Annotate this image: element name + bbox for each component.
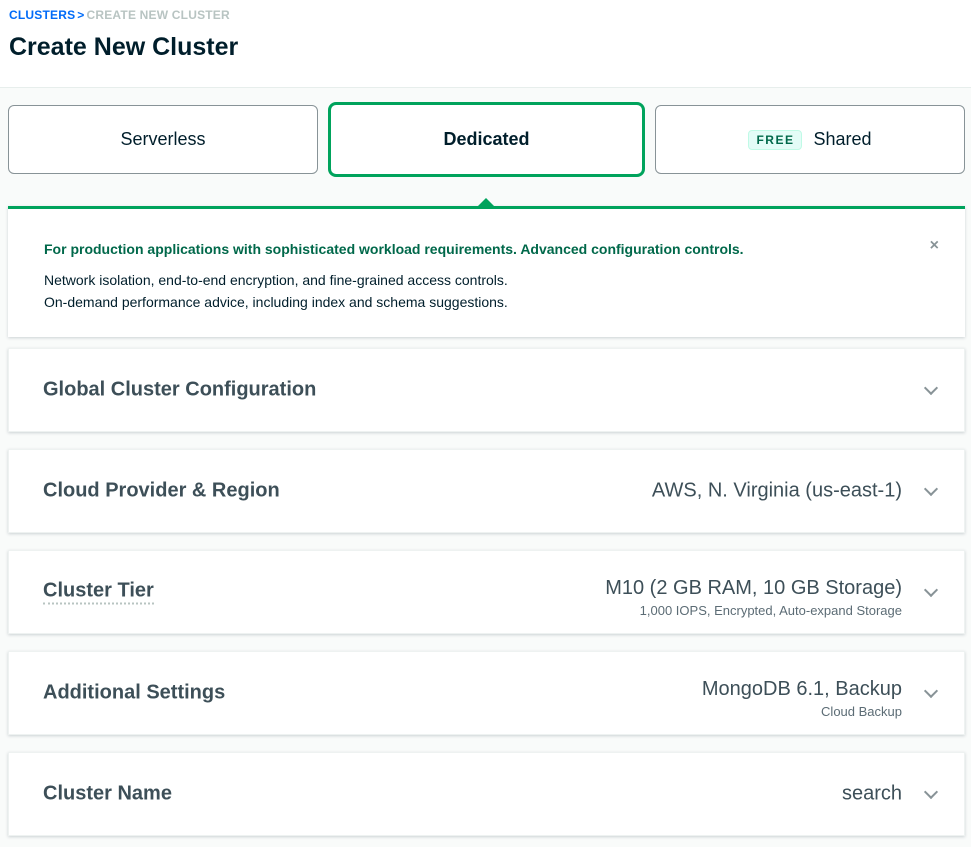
serverless-tab[interactable]: Serverless bbox=[8, 105, 318, 174]
chevron-down-icon bbox=[923, 380, 939, 396]
chevron-down-icon bbox=[923, 683, 939, 699]
close-icon[interactable]: × bbox=[930, 237, 939, 255]
additional-settings-section[interactable]: Additional Settings MongoDB 6.1, Backup … bbox=[8, 651, 965, 735]
breadcrumb-separator: > bbox=[77, 8, 85, 22]
cluster-name-section[interactable]: Cluster Name search bbox=[8, 752, 965, 836]
breadcrumb-current: CREATE NEW CLUSTER bbox=[86, 8, 230, 22]
breadcrumb-clusters-link[interactable]: CLUSTERS bbox=[9, 8, 75, 22]
section-title: Global Cluster Configuration bbox=[43, 378, 317, 401]
shared-tab-label: Shared bbox=[813, 129, 872, 149]
section-title: Cloud Provider & Region bbox=[43, 479, 280, 502]
cluster-tier-section[interactable]: Cluster Tier M10 (2 GB RAM, 10 GB Storag… bbox=[8, 550, 965, 634]
section-value: AWS, N. Virginia (us-east-1) bbox=[651, 479, 902, 502]
section-title: Cluster Tier bbox=[43, 580, 154, 605]
shared-tab[interactable]: FREE Shared bbox=[655, 105, 965, 174]
dedicated-tab[interactable]: Dedicated bbox=[328, 102, 645, 177]
page-title: Create New Cluster bbox=[9, 33, 239, 61]
info-feature-line: On-demand performance advice, including … bbox=[44, 294, 508, 310]
serverless-tab-label: Serverless bbox=[120, 129, 206, 149]
section-value: MongoDB 6.1, Backup bbox=[701, 678, 902, 700]
global-cluster-configuration-section[interactable]: Global Cluster Configuration bbox=[8, 348, 965, 432]
section-subvalue: Cloud Backup bbox=[821, 704, 902, 719]
chevron-down-icon bbox=[923, 582, 939, 598]
dedicated-tab-label: Dedicated bbox=[443, 129, 530, 149]
section-value: search bbox=[841, 782, 902, 805]
info-panel-pointer bbox=[478, 198, 494, 206]
chevron-down-icon bbox=[923, 784, 939, 800]
section-title: Cluster Name bbox=[43, 782, 172, 805]
section-title: Additional Settings bbox=[43, 681, 226, 704]
section-subvalue: 1,000 IOPS, Encrypted, Auto-expand Stora… bbox=[639, 603, 902, 618]
info-headline: For production applications with sophist… bbox=[44, 241, 744, 257]
section-value: M10 (2 GB RAM, 10 GB Storage) bbox=[605, 577, 902, 599]
page-header: CLUSTERS > CREATE NEW CLUSTER Create New C… bbox=[0, 0, 971, 88]
free-badge: FREE bbox=[748, 129, 803, 150]
cloud-provider-region-section[interactable]: Cloud Provider & Region AWS, N. Virginia… bbox=[8, 449, 965, 533]
breadcrumb: CLUSTERS > CREATE NEW CLUSTER bbox=[9, 8, 230, 22]
info-feature-line: Network isolation, end-to-end encryption… bbox=[44, 272, 508, 288]
dedicated-info-panel: For production applications with sophist… bbox=[8, 198, 965, 337]
chevron-down-icon bbox=[923, 481, 939, 497]
